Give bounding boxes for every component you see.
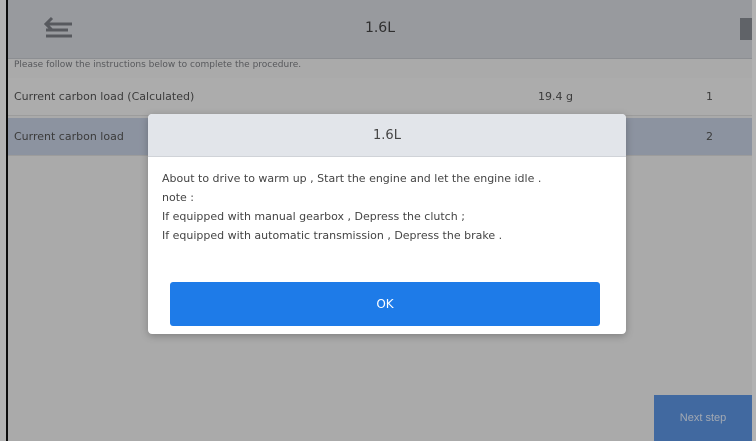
dialog-line: About to drive to warm up , Start the en… xyxy=(162,172,542,185)
dialog-title: 1.6L xyxy=(148,114,626,157)
dialog-line: If equipped with manual gearbox , Depres… xyxy=(162,210,465,223)
ok-button[interactable]: OK xyxy=(170,282,600,326)
dialog-message: About to drive to warm up , Start the en… xyxy=(148,157,626,245)
message-dialog: 1.6L About to drive to warm up , Start t… xyxy=(148,114,626,334)
dialog-line: note : xyxy=(162,191,194,204)
dialog-line: If equipped with automatic transmission … xyxy=(162,229,503,242)
